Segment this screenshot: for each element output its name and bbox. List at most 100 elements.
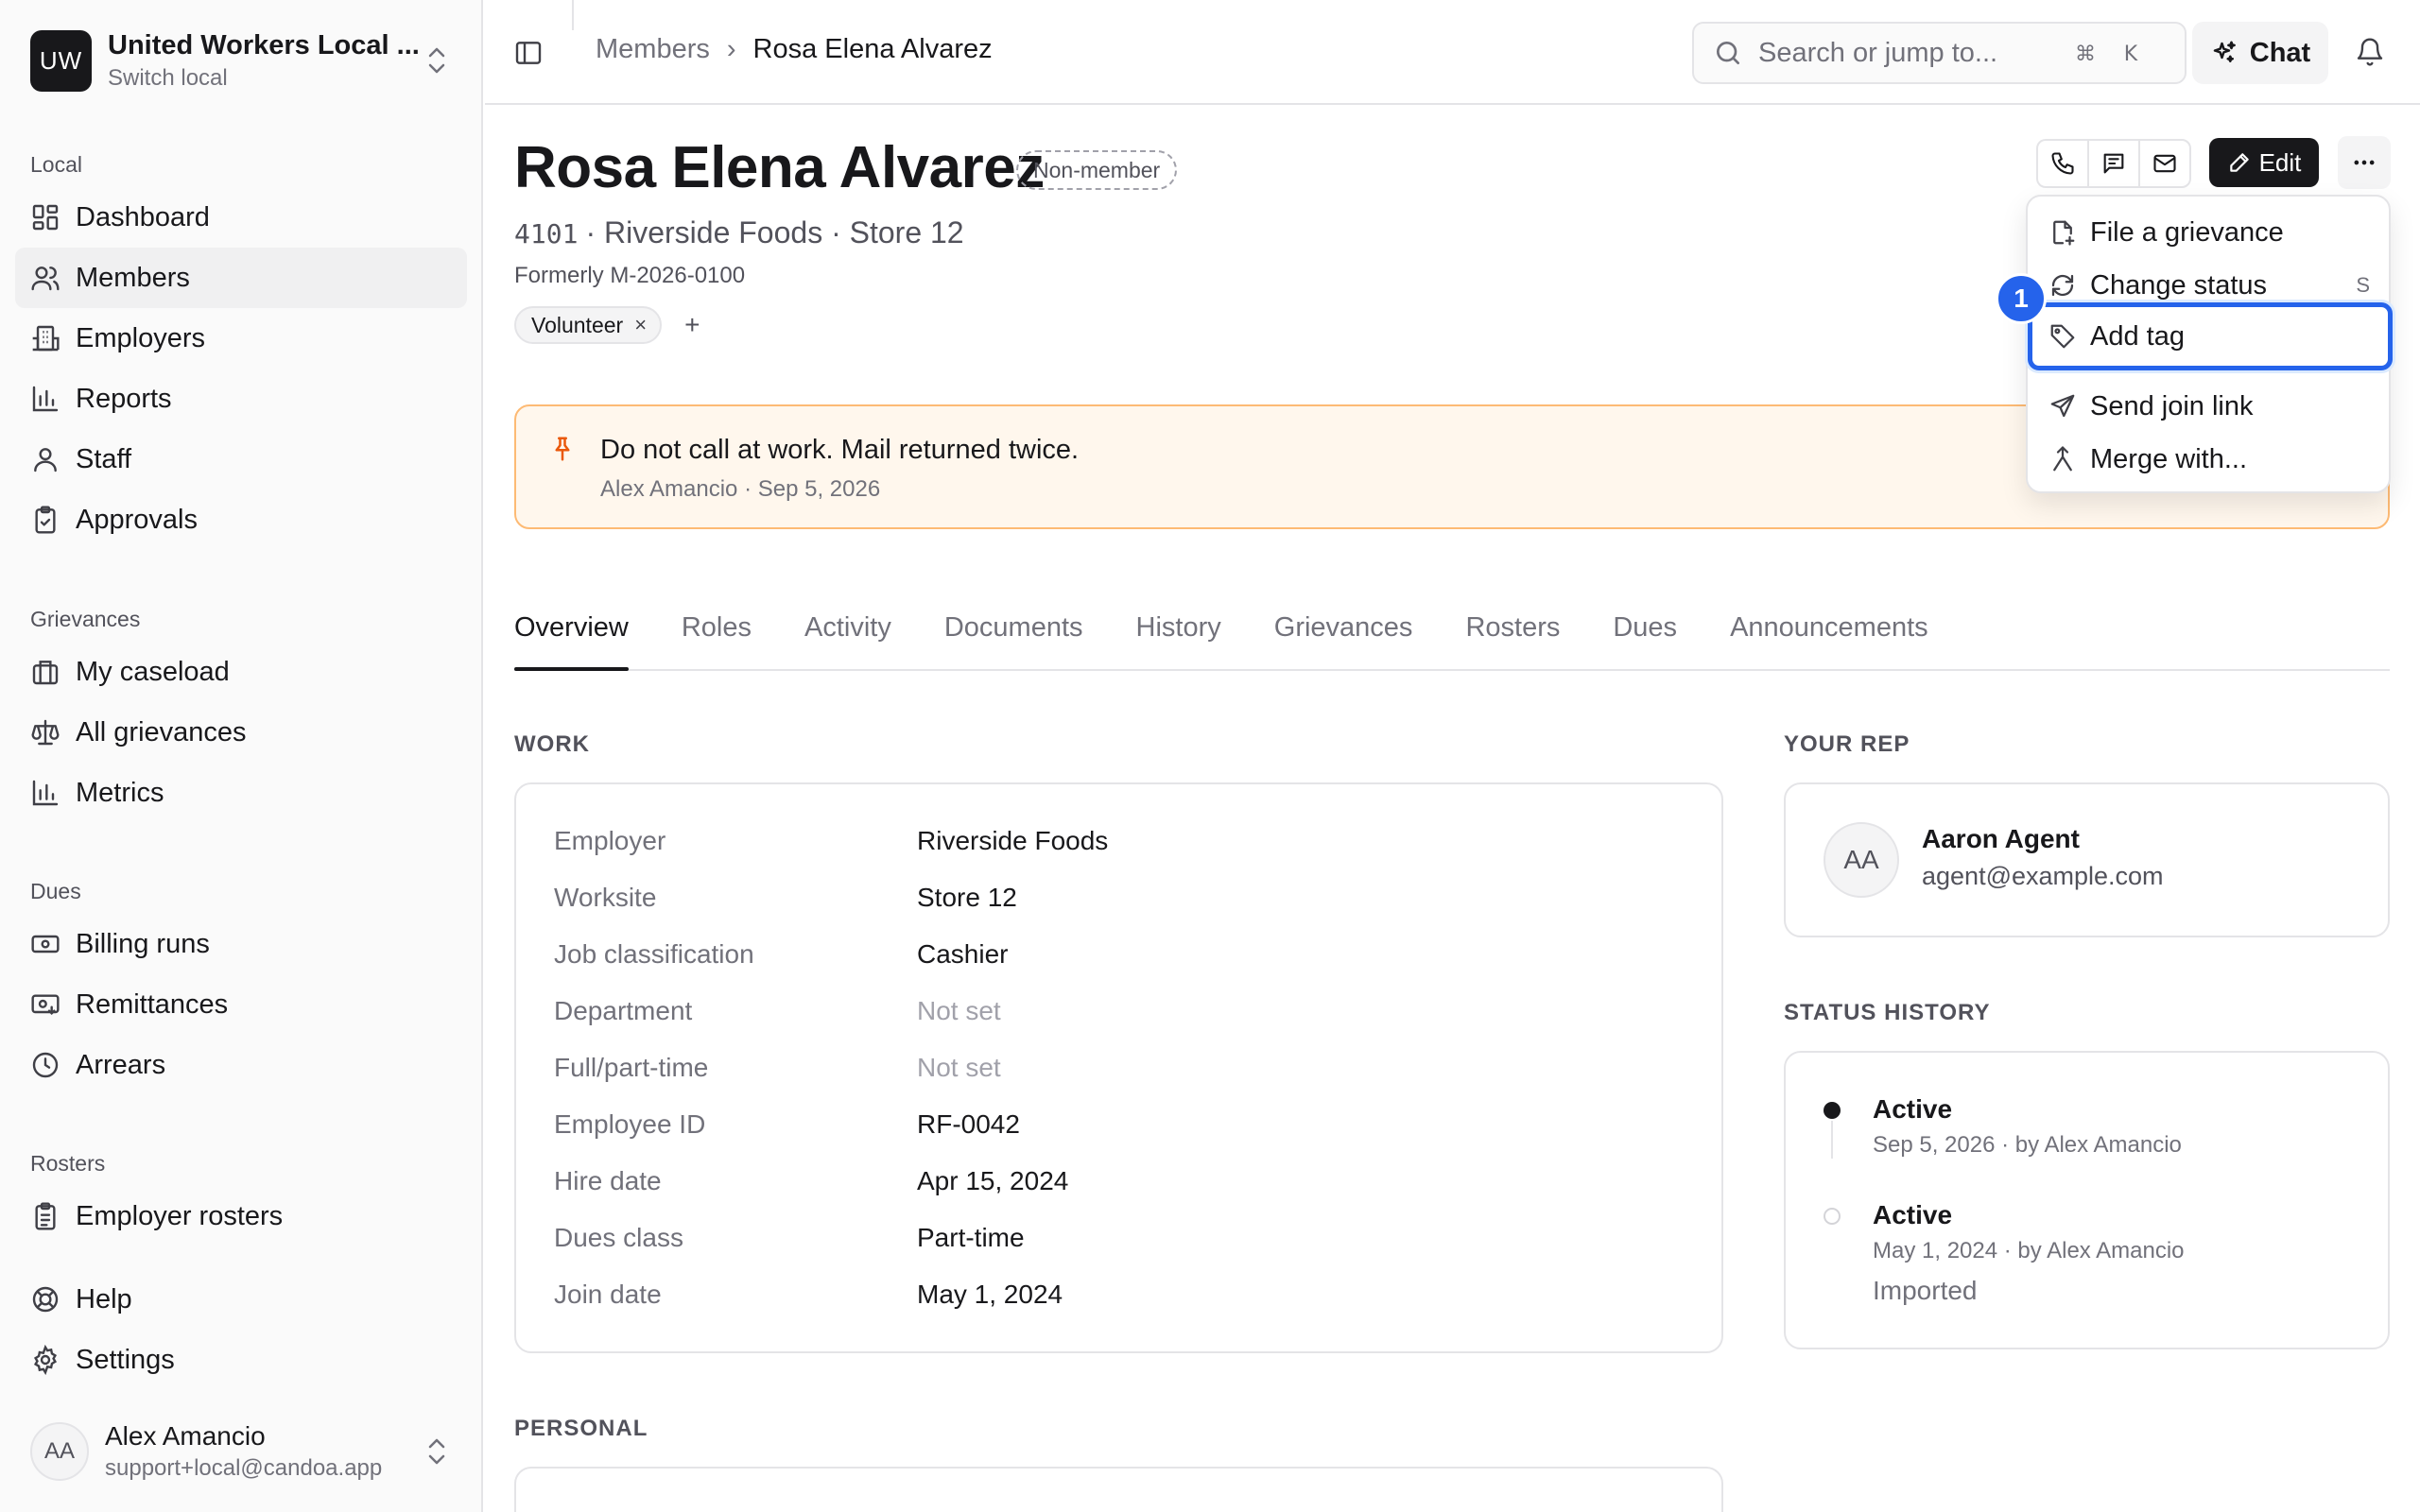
avatar: AA (1824, 822, 1899, 898)
field-value: Part-time (917, 1223, 1025, 1252)
bar-chart-icon (30, 384, 60, 414)
edit-label: Edit (2258, 147, 2302, 177)
sidebar-item-label: Staff (76, 443, 132, 474)
breadcrumb: Members › Rosa Elena Alvarez (596, 34, 993, 65)
status-history-card: Active Sep 5, 2026 · by Alex Amancio Act… (1784, 1051, 2390, 1349)
menu-item-add-tag[interactable]: Add tag (2028, 302, 2393, 370)
menu-item-shortcut: S (2356, 273, 2370, 297)
tab-rosters[interactable]: Rosters (1465, 603, 1560, 669)
timeline-status: Active (1873, 1094, 1953, 1124)
menu-item-label: Add tag (2090, 320, 2185, 352)
local-switcher[interactable]: UW United Workers Local ... Switch local (15, 15, 467, 106)
member-subline: 4101 · Riverside Foods · Store 12 (514, 215, 964, 250)
tab-grievances[interactable]: Grievances (1274, 603, 1413, 669)
clock-icon (30, 1050, 60, 1080)
sidebar-item-label: Employer rosters (76, 1200, 284, 1231)
timeline-dot (1824, 1208, 1841, 1225)
sidebar-item-my-caseload[interactable]: My caseload (15, 642, 467, 702)
more-actions-button[interactable] (2338, 136, 2391, 189)
email-button[interactable] (2138, 141, 2189, 186)
call-button[interactable] (2038, 141, 2087, 186)
sidebar-item-remittances[interactable]: Remittances (15, 974, 467, 1035)
search-input[interactable]: Search or jump to... ⌘ K (1692, 22, 2187, 84)
field-label: Department (554, 996, 693, 1025)
sidebar-item-label: All grievances (76, 716, 247, 747)
timeline-status: Active (1873, 1200, 1953, 1229)
timeline-meta: Sep 5, 2026 · by Alex Amancio (1873, 1132, 2182, 1158)
sidebar-item-members[interactable]: Members (15, 248, 467, 308)
page-title: Rosa Elena Alvarez (514, 135, 1045, 200)
timeline-dot-current (1824, 1102, 1841, 1119)
sidebar-item-staff[interactable]: Staff (15, 429, 467, 490)
sidebar-item-label: Approvals (76, 504, 198, 535)
sidebar-item-settings[interactable]: Settings (15, 1330, 467, 1390)
sidebar-item-help[interactable]: Help (15, 1269, 467, 1330)
sidebar-item-arrears[interactable]: Arrears (15, 1035, 467, 1095)
personal-card (514, 1467, 1723, 1512)
mail-icon (2152, 150, 2178, 177)
tab-dues[interactable]: Dues (1613, 603, 1677, 669)
edit-button[interactable]: Edit (2209, 138, 2319, 187)
sidebar-item-reports[interactable]: Reports (15, 369, 467, 429)
field-value: Riverside Foods (917, 826, 1109, 855)
sidebar-item-billing-runs[interactable]: Billing runs (15, 914, 467, 974)
tab-announcements[interactable]: Announcements (1730, 603, 1928, 669)
banknote-icon (30, 929, 60, 959)
avatar: AA (30, 1422, 89, 1481)
tab-documents[interactable]: Documents (944, 603, 1083, 669)
member-employer-line: · Riverside Foods · Store 12 (585, 215, 964, 249)
sidebar-item-metrics[interactable]: Metrics (15, 763, 467, 823)
former-id: Formerly M-2026-0100 (514, 263, 746, 288)
org-logo: UW (30, 29, 92, 92)
sidebar-item-employers[interactable]: Employers (15, 308, 467, 369)
file-plus-icon (2048, 218, 2077, 247)
menu-item-send-join-link[interactable]: Send join link (2035, 380, 2383, 433)
sidebar-item-label: Help (76, 1283, 132, 1314)
chevrons-up-down-icon (424, 43, 450, 77)
message-button[interactable] (2087, 141, 2138, 186)
rep-card[interactable]: AA Aaron Agent agent@example.com (1784, 782, 2390, 937)
tab-history[interactable]: History (1136, 603, 1221, 669)
timeline-note: Imported (1873, 1276, 1978, 1305)
user-menu[interactable]: AA Alex Amancio support+local@candoa.app (15, 1414, 467, 1489)
sidebar-item-approvals[interactable]: Approvals (15, 490, 467, 550)
org-switch-label: Switch local (108, 64, 228, 91)
work-row-employee-id: Employee ID RF-0042 (554, 1109, 1688, 1140)
tab-bar: Overview Roles Activity Documents Histor… (514, 603, 2390, 671)
menu-item-file-grievance[interactable]: File a grievance (2035, 206, 2383, 259)
sidebar-item-dashboard[interactable]: Dashboard (15, 187, 467, 248)
pin-icon (548, 435, 577, 463)
nav-heading: Local (30, 152, 82, 177)
sidebar-item-label: Billing runs (76, 928, 210, 959)
tag-icon (2048, 322, 2077, 351)
menu-item-merge-with[interactable]: Merge with... (2035, 433, 2383, 486)
tab-roles[interactable]: Roles (682, 603, 752, 669)
menu-item-label: Change status (2090, 269, 2268, 301)
tab-overview[interactable]: Overview (514, 603, 629, 671)
user-icon (30, 444, 60, 474)
rep-email[interactable]: agent@example.com (1922, 862, 2164, 891)
sidebar-item-all-grievances[interactable]: All grievances (15, 702, 467, 763)
chat-label: Chat (2249, 37, 2311, 68)
tab-activity[interactable]: Activity (804, 603, 891, 669)
nav-heading: Grievances (30, 607, 141, 631)
add-tag-button[interactable]: + (684, 310, 700, 340)
sidebar-item-label: Settings (76, 1344, 175, 1375)
field-value: Not set (917, 1053, 1001, 1082)
sidebar-item-label: My caseload (76, 656, 230, 687)
sidebar-toggle-icon[interactable] (513, 38, 544, 68)
sidebar-item-label: Metrics (76, 777, 164, 808)
chat-button[interactable]: Chat (2192, 22, 2328, 84)
sidebar-item-employer-rosters[interactable]: Employer rosters (15, 1186, 467, 1246)
divider (572, 0, 574, 30)
nav-heading: Dues (30, 879, 81, 903)
search-placeholder: Search or jump to... (1758, 37, 1998, 68)
breadcrumb-members-link[interactable]: Members (596, 34, 710, 65)
field-value: RF-0042 (917, 1109, 1020, 1139)
contact-actions (2036, 139, 2191, 188)
bell-icon[interactable] (2355, 37, 2385, 67)
search-icon (1713, 38, 1743, 68)
org-name: United Workers Local ... (108, 29, 420, 60)
close-icon[interactable]: × (634, 313, 647, 337)
section-heading-rep: YOUR REP (1784, 731, 1910, 757)
